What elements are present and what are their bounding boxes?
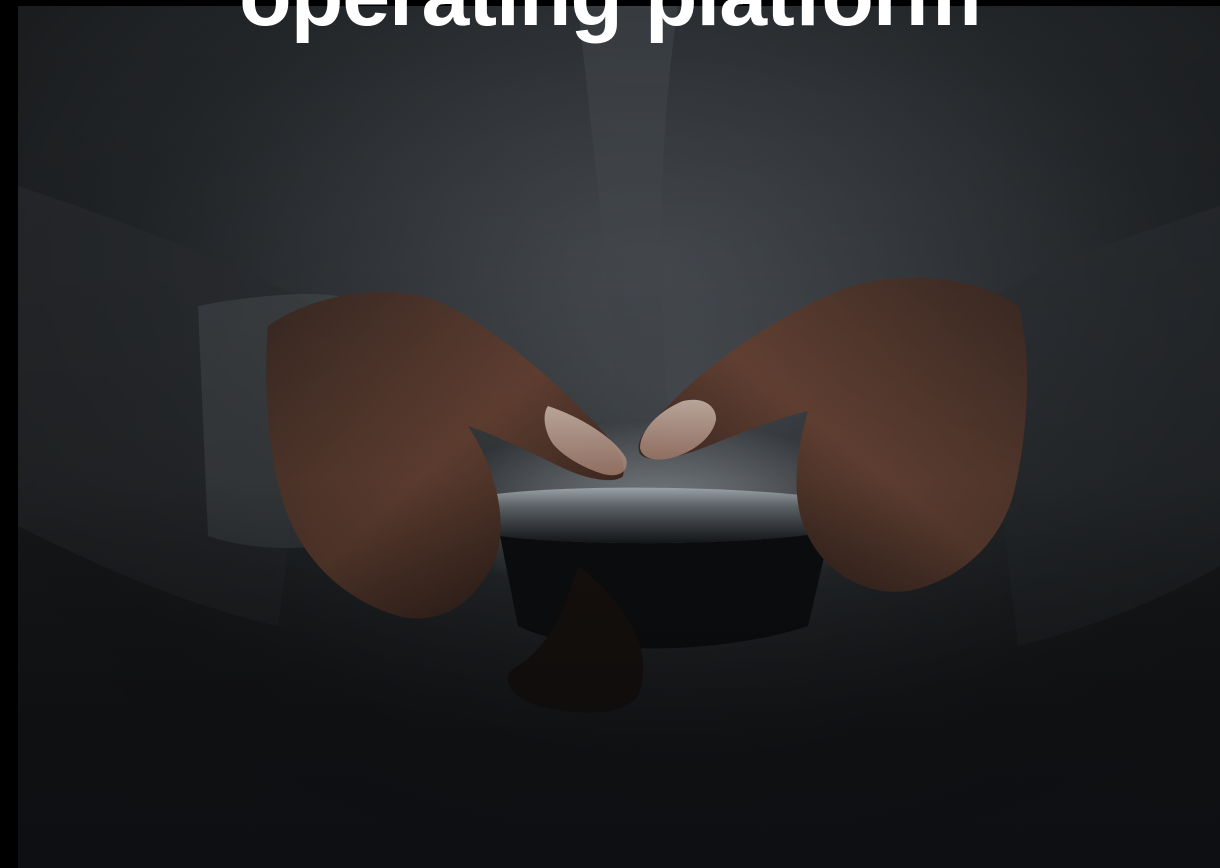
page: operating platform (0, 0, 1220, 868)
hero-photo (18, 6, 1220, 868)
bottom-shadow (18, 6, 1220, 868)
headline: operating platform (0, 0, 1220, 46)
hands-phone-illustration (18, 6, 1220, 868)
